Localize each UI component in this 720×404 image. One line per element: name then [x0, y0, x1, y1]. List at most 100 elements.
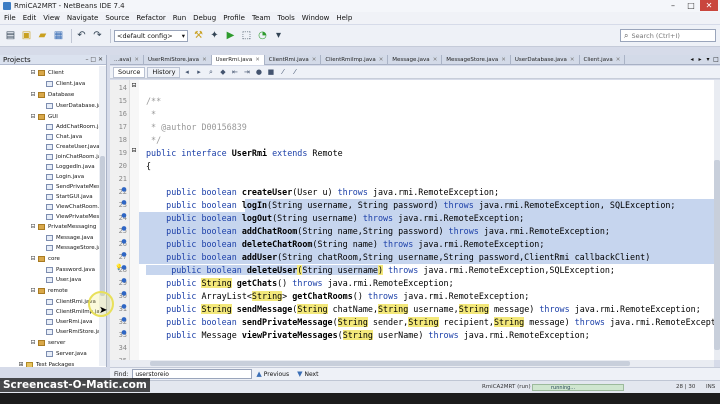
code-line[interactable]: public boolean deleteChatRoom(String nam…: [139, 238, 714, 251]
run-icon[interactable]: ▶: [224, 29, 237, 42]
editor-tab[interactable]: ...ava) ✕: [110, 54, 144, 65]
horizontal-scrollbar-thumb[interactable]: [150, 361, 630, 366]
open-project-icon[interactable]: ▰: [36, 29, 49, 42]
tree-item[interactable]: LoggedIn.java: [46, 162, 95, 171]
tree-item[interactable]: MessageStore.jav: [46, 243, 99, 252]
tree-scrollbar-thumb[interactable]: [100, 156, 105, 296]
tree-item[interactable]: Client.java: [46, 79, 85, 88]
new-project-icon[interactable]: ▣: [20, 29, 33, 42]
code-line[interactable]: [139, 173, 714, 186]
tree-item[interactable]: User.java: [46, 275, 81, 284]
tree-item[interactable]: ⊟ PrivateMessaging: [30, 222, 96, 231]
code-line[interactable]: {: [139, 160, 714, 173]
menu-refactor[interactable]: Refactor: [136, 14, 165, 22]
tree-item[interactable]: UserRmi.java: [46, 317, 93, 326]
editor-tab[interactable]: Message.java ✕: [388, 54, 443, 65]
new-file-icon[interactable]: ▤: [4, 29, 17, 42]
tree-item[interactable]: Chat.java: [46, 132, 82, 141]
find-input[interactable]: userstoreio: [132, 369, 253, 379]
tab-prev-icon[interactable]: ◂: [688, 56, 696, 63]
code-line[interactable]: public boolean createUser(User u) throws…: [139, 186, 714, 199]
code-line[interactable]: */: [139, 134, 714, 147]
implemented-method-icon[interactable]: ●: [120, 199, 128, 207]
editor-tab[interactable]: MessageStore.java ✕: [442, 54, 511, 65]
editor-tab[interactable]: ClientRmi.java ✕: [265, 54, 322, 65]
editor-tab[interactable]: Client.java ✕: [580, 54, 626, 65]
menu-navigate[interactable]: Navigate: [67, 14, 98, 22]
code-line[interactable]: public boolean addChatRoom(String name,S…: [139, 225, 714, 238]
shift-right-icon[interactable]: ⇥: [242, 68, 251, 77]
code-line[interactable]: public Message viewPrivateMessages(Strin…: [139, 329, 714, 342]
tree-item[interactable]: Message.java: [46, 233, 93, 242]
code-line[interactable]: [139, 342, 714, 355]
implemented-method-icon[interactable]: ●: [120, 303, 128, 311]
expand-toggle-icon[interactable]: ⊟: [30, 223, 36, 230]
editor-tab[interactable]: UserRmiStore.java ✕: [144, 54, 212, 65]
tree-item[interactable]: ⊟ core: [30, 254, 59, 263]
tree-item[interactable]: ViewPrivateMess: [46, 212, 99, 221]
menu-run[interactable]: Run: [173, 14, 186, 22]
fold-toggle-icon[interactable]: ⊟: [130, 147, 138, 155]
debug-icon[interactable]: ⬚: [240, 29, 253, 42]
tree-item[interactable]: AddChatRoom.ja: [46, 122, 99, 131]
editor-vertical-scrollbar[interactable]: [714, 80, 720, 360]
close-tab-icon[interactable]: ✕: [616, 57, 621, 63]
profile-dropdown-icon[interactable]: ▾: [272, 29, 285, 42]
menu-source[interactable]: Source: [105, 14, 129, 22]
config-select[interactable]: <default config> ▾: [114, 29, 188, 42]
expand-toggle-icon[interactable]: ⊟: [30, 287, 36, 294]
close-tab-icon[interactable]: ✕: [433, 57, 438, 63]
build-icon[interactable]: ⚒: [192, 29, 205, 42]
code-line[interactable]: public boolean addUser(String chatRoom,S…: [139, 251, 714, 264]
tree-item[interactable]: UserDatabase.ja: [46, 101, 99, 110]
tab-source[interactable]: Source: [113, 66, 146, 78]
implemented-method-icon[interactable]: ●: [120, 251, 128, 259]
tree-item[interactable]: ⊟ remote: [30, 286, 67, 295]
tree-item[interactable]: StartGUI.java: [46, 192, 93, 201]
implemented-method-icon[interactable]: ●: [120, 225, 128, 233]
menu-edit[interactable]: Edit: [23, 14, 37, 22]
code-line[interactable]: public interface UserRmi extends Remote: [139, 147, 714, 160]
tree-scrollbar[interactable]: [99, 66, 106, 366]
tab-list-icon[interactable]: ▾: [704, 56, 712, 63]
tree-item[interactable]: Server.java: [46, 349, 87, 358]
expand-toggle-icon[interactable]: ⊟: [30, 339, 36, 346]
find-next-button[interactable]: ▼ Next: [297, 370, 318, 378]
undo-icon[interactable]: ↶: [75, 29, 88, 42]
menu-view[interactable]: View: [43, 14, 60, 22]
close-tab-icon[interactable]: ✕: [312, 57, 317, 63]
tree-item[interactable]: ⊟ Database: [30, 90, 74, 99]
editor-scrollbar-thumb[interactable]: [714, 160, 720, 350]
menu-help[interactable]: Help: [336, 14, 352, 22]
menu-file[interactable]: File: [4, 14, 16, 22]
implemented-method-icon[interactable]: ●: [120, 329, 128, 337]
editor-tab[interactable]: UserRmi.java ✕: [211, 54, 265, 65]
code-line[interactable]: *: [139, 108, 714, 121]
code-line[interactable]: public ArrayList<String> getChatRooms() …: [139, 290, 714, 303]
expand-toggle-icon[interactable]: ⊟: [30, 113, 36, 120]
forward-icon[interactable]: ▸: [194, 68, 203, 77]
code-line[interactable]: public boolean deleteUser(String usernam…: [139, 264, 714, 277]
profile-icon[interactable]: ◔: [256, 29, 269, 42]
close-tab-icon[interactable]: ✕: [570, 57, 575, 63]
menu-team[interactable]: Team: [252, 14, 271, 22]
tab-history[interactable]: History: [147, 66, 181, 78]
run-progress-bar[interactable]: running...: [532, 384, 624, 391]
editor-tab[interactable]: UserDatabase.java ✕: [511, 54, 580, 65]
menu-window[interactable]: Window: [302, 14, 330, 22]
close-tab-icon[interactable]: ✕: [501, 57, 506, 63]
tree-item[interactable]: ViewChatRoom.j: [46, 202, 99, 211]
close-tab-icon[interactable]: ✕: [202, 57, 207, 63]
implemented-method-icon[interactable]: ●: [120, 277, 128, 285]
panel-controls[interactable]: – □ ✕: [85, 56, 103, 63]
tree-item[interactable]: Password.java: [46, 265, 95, 274]
tree-item[interactable]: CreateUser.java: [46, 142, 99, 151]
code-line[interactable]: public boolean logOut(String username) t…: [139, 212, 714, 225]
code-line[interactable]: public boolean logIn(String username, St…: [139, 199, 714, 212]
close-tab-icon[interactable]: ✕: [255, 57, 260, 63]
implemented-method-icon[interactable]: ●: [120, 238, 128, 246]
tab-navigation[interactable]: ◂ ▸ ▾ □: [688, 56, 720, 63]
implemented-method-icon[interactable]: ●: [120, 186, 128, 194]
menu-profile[interactable]: Profile: [223, 14, 245, 22]
tree-item[interactable]: JoinChatRoom.ja: [46, 152, 99, 161]
